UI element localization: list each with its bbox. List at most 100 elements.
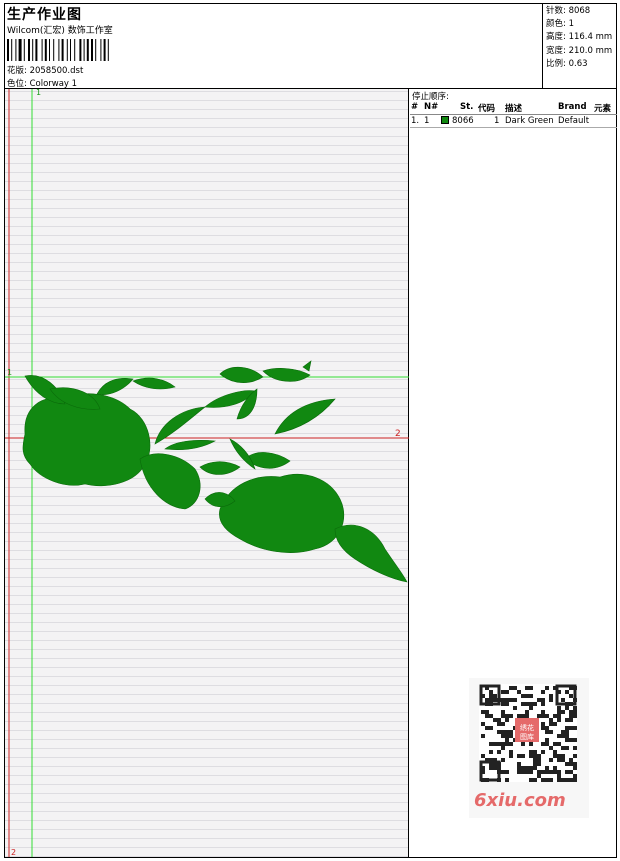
qr-module xyxy=(565,762,569,766)
qr-module xyxy=(557,754,561,758)
qr-module xyxy=(561,758,565,762)
qr-module xyxy=(565,726,569,730)
qr-module xyxy=(525,694,529,698)
qr-module xyxy=(505,742,509,746)
qr-module xyxy=(517,770,521,774)
watermark-text: 6xiu.com xyxy=(474,790,566,811)
qr-module xyxy=(541,722,545,726)
barcode-bar xyxy=(61,39,64,61)
qr-module xyxy=(561,734,565,738)
qr-module xyxy=(513,706,517,710)
row-index: 1. xyxy=(411,116,420,126)
qr-module xyxy=(553,750,557,754)
guide-label-top: 1 xyxy=(36,89,41,97)
qr-module xyxy=(541,742,545,746)
qr-module xyxy=(505,698,509,702)
header: 生产作业图 Wilcom(汇宏) 数饰工作室 花版: 2058500.dst 色… xyxy=(4,3,617,89)
design-label: 花版: xyxy=(7,66,27,76)
qr-module xyxy=(497,718,501,722)
spec-scale: 比例: 0.63 xyxy=(546,58,588,69)
qr-module xyxy=(553,766,557,770)
qr-module xyxy=(565,746,569,750)
qr-module xyxy=(545,778,549,782)
qr-module xyxy=(501,714,505,718)
qr-module xyxy=(545,686,549,690)
qr-module xyxy=(537,762,541,766)
qr-module xyxy=(537,770,541,774)
guide-label-right: 2 xyxy=(395,429,401,439)
studio-name: Wilcom(汇宏) 数饰工作室 xyxy=(7,26,113,36)
qr-module xyxy=(509,734,513,738)
qr-module xyxy=(565,734,569,738)
qr-module xyxy=(501,702,505,706)
qr-module xyxy=(501,746,505,750)
guide-label-bottom: 2 xyxy=(11,848,16,857)
barcode-bar xyxy=(70,39,71,61)
qr-module xyxy=(569,726,573,730)
qr-module xyxy=(557,718,561,722)
qr-module xyxy=(493,698,497,702)
barcode-bar xyxy=(7,39,9,61)
qr-module xyxy=(561,730,565,734)
barcode-bar xyxy=(11,39,13,61)
qr-module xyxy=(481,722,485,726)
qr-module xyxy=(489,742,493,746)
qr-module xyxy=(489,690,493,694)
barcode-bar xyxy=(58,39,60,61)
qr-module xyxy=(541,710,545,714)
spec-width: 宽度: 210.0 mm xyxy=(546,45,613,56)
barcode xyxy=(7,39,109,61)
qr-module xyxy=(501,734,505,738)
qr-module xyxy=(569,762,573,766)
qr-module xyxy=(485,710,489,714)
qr-module xyxy=(569,778,573,782)
qr-module xyxy=(537,754,541,758)
qr-module xyxy=(553,770,557,774)
qr-module xyxy=(549,746,553,750)
barcode-bar xyxy=(95,39,97,61)
barcode-bar xyxy=(15,39,17,61)
barcode-bar xyxy=(79,39,82,61)
qr-module xyxy=(541,778,545,782)
qr-module xyxy=(509,742,513,746)
qr-module xyxy=(489,766,493,770)
qr-module xyxy=(493,718,497,722)
qr-module xyxy=(505,718,509,722)
qr-module xyxy=(485,726,489,730)
barcode-bar xyxy=(74,39,76,61)
qr-module xyxy=(565,778,569,782)
qr-module xyxy=(521,714,525,718)
qr-module xyxy=(553,714,557,718)
qr-module xyxy=(521,770,525,774)
spec-colors: 颜色: 1 xyxy=(546,19,574,30)
qr-module xyxy=(545,714,549,718)
row-description: Dark Green xyxy=(505,116,554,126)
qr-module xyxy=(485,714,489,718)
qr-module xyxy=(541,702,545,706)
qr-module xyxy=(541,726,545,730)
barcode-bar xyxy=(44,39,47,61)
qr-module xyxy=(521,702,525,706)
qr-module xyxy=(573,778,577,782)
qr-module xyxy=(569,694,573,698)
qr-module xyxy=(537,758,541,762)
qr-module xyxy=(549,722,553,726)
qr-module xyxy=(525,714,529,718)
qr-module xyxy=(489,714,493,718)
qr-module xyxy=(501,698,505,702)
qr-module xyxy=(565,770,569,774)
qr-module xyxy=(561,710,565,714)
row-code: 1 xyxy=(494,116,500,126)
qr-module xyxy=(489,698,493,702)
qr-module xyxy=(569,718,573,722)
qr-module xyxy=(509,698,513,702)
qr-module xyxy=(501,710,505,714)
qr-module xyxy=(497,750,501,754)
qr-module xyxy=(529,694,533,698)
qr-module xyxy=(541,770,545,774)
qr-module xyxy=(557,774,561,778)
qr-module xyxy=(549,698,553,702)
qr-module xyxy=(481,710,485,714)
qr-module xyxy=(557,710,561,714)
qr-module xyxy=(557,734,561,738)
